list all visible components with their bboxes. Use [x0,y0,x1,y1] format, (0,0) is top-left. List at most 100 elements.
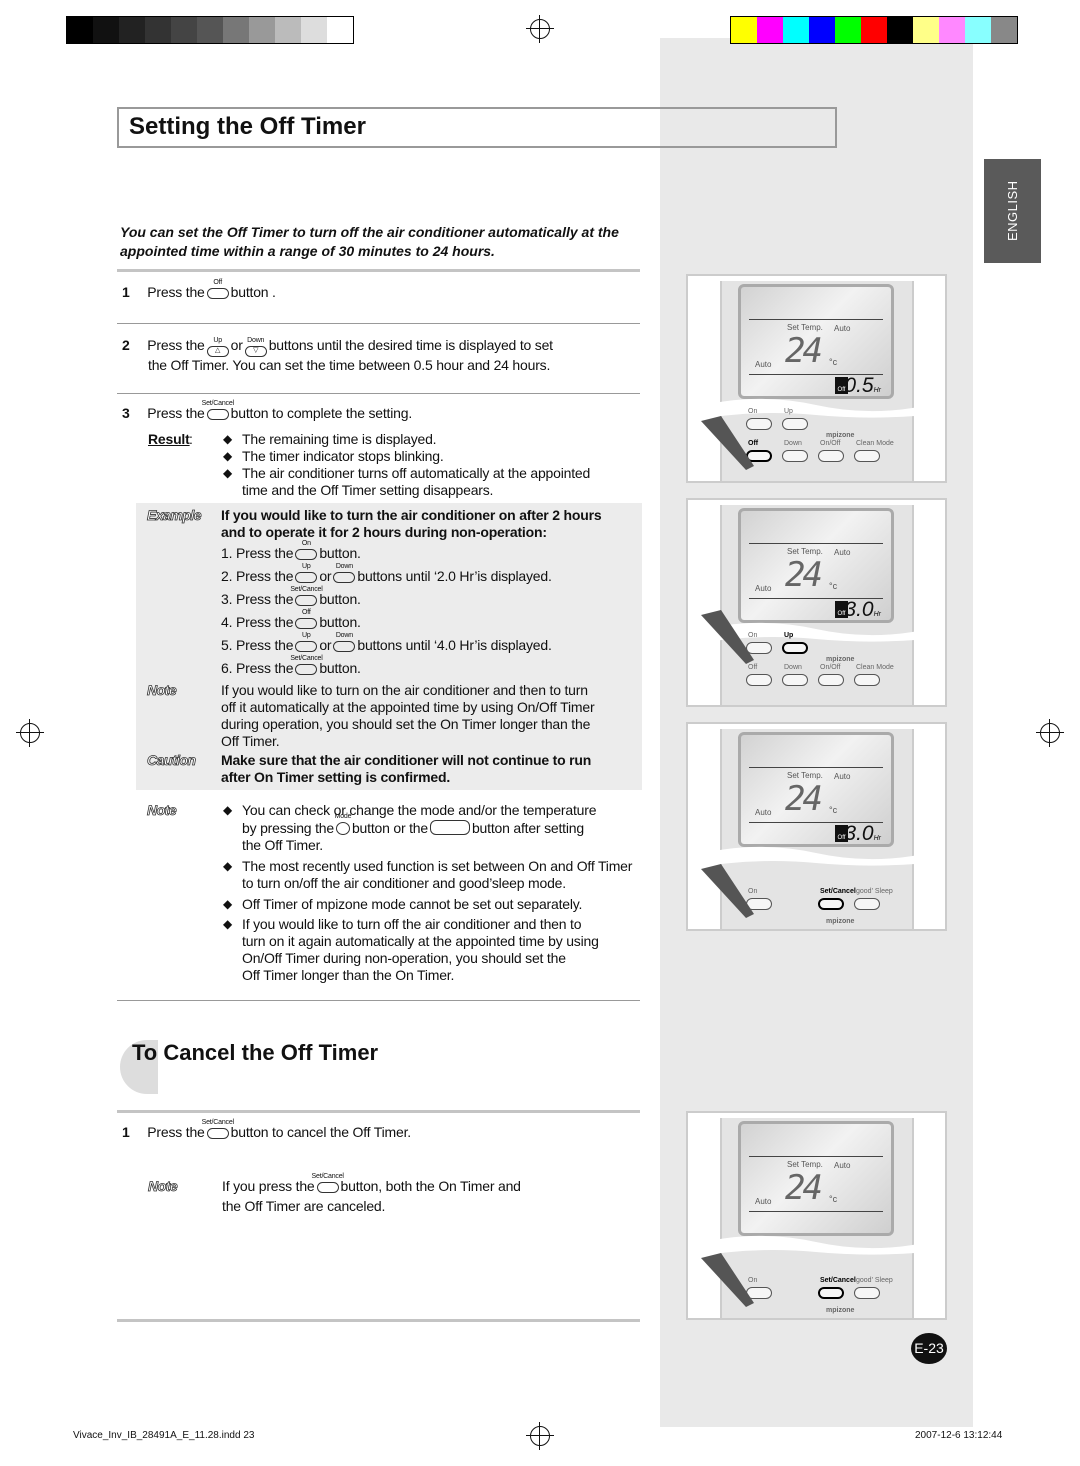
remote-button-icon: On [295,540,318,560]
brand-label: mpizone [826,656,855,663]
example-note: If you would like to turn on the air con… [221,682,595,749]
note-tag: Note [148,1178,178,1195]
color-swatch [67,17,93,43]
lcd-display: Set Temp. Auto Auto 24 °c [738,1121,894,1236]
remote-control-illustration: Set Temp. Auto Auto 24 °c On Set/Cancel good'… [686,1111,947,1320]
color-swatch [171,17,197,43]
step-number: 1 [122,284,130,300]
pointer-arrow-icon [701,610,754,664]
example-step: 2. Press the Up or Down buttons until ‘2.0 H… [221,563,552,584]
step-text: Press the [147,284,205,300]
down-button-icon: Down ▽ [244,337,267,357]
remote-button-label: On/Off [820,440,841,447]
result-label: Result [148,431,190,447]
intro-text: You can set the Off Timer to turn off th… [120,224,619,259]
divider [117,1000,640,1001]
set-cancel-button-icon: Set/Cancel [202,1119,234,1139]
color-swatch [809,17,835,43]
example-step: 1. Press the On button. [221,540,361,561]
step-1: 1 Press the Off button . [122,279,276,301]
divider [117,269,640,272]
divider [117,393,640,394]
pointer-arrow-icon [701,416,754,470]
color-swatch [119,17,145,43]
remote-button [782,674,808,686]
registration-mark-icon [526,15,554,43]
example-content: If you would like to turn the air condit… [221,507,641,683]
registration-mark-icon [1036,719,1064,747]
down-button-icon: Down [333,563,356,583]
color-swatch [887,17,913,43]
color-swatch [327,17,353,43]
remote-button-label: Set/Cancel [820,888,856,895]
remote-button-label: On [748,408,758,415]
note-tag: Note [147,682,177,699]
remote-button-label: good' Sleep [856,1277,893,1284]
registration-mark-icon [16,719,44,747]
remote-button-label: Up [784,408,793,415]
result-list: The remaining time is displayed. The tim… [223,431,642,499]
remote-button [854,1287,880,1299]
color-swatch [197,17,223,43]
color-swatch [757,17,783,43]
remote-button [782,418,808,430]
remote-button [818,898,844,910]
page-title: Setting the Off Timer [117,107,837,148]
caution-text: Make sure that the air conditioner will … [221,752,592,785]
lcd-display: Set Temp. Auto Auto 24 °c Off 0.5Hr [738,284,894,399]
step-number: 3 [122,405,130,421]
lcd-display: Set Temp. Auto Auto 24 °c Off 3.0Hr [738,732,894,847]
remote-button [746,674,772,686]
page-number: E-23 [911,1333,947,1364]
off-button-icon: Off [206,279,229,299]
color-calibration-bar [730,16,1018,44]
note-list: You can check or change the mode and/or … [223,802,642,984]
color-swatch [861,17,887,43]
step-text: the Off Timer. You can set the time betw… [148,357,551,373]
remote-control-illustration: Set Temp. Auto Auto 24 °c Off 0.5Hr On Up Off… [686,274,947,483]
temperature-readout: 24 [785,555,823,595]
divider [117,1319,640,1322]
remote-button [782,450,808,462]
step-number: 2 [122,337,130,353]
color-swatch [275,17,301,43]
temperature-readout: 24 [785,779,823,819]
note-tag: Note [147,802,177,819]
remote-button-label: good' Sleep [856,888,893,895]
down-button-icon: Down [333,632,356,652]
temperature-readout: 24 [785,1168,823,1208]
color-swatch [783,17,809,43]
divider [117,323,640,324]
step-text: button . [230,284,276,300]
color-swatch [731,17,757,43]
set-cancel-button-icon: Set/Cancel [312,1173,344,1193]
remote-button [818,450,844,462]
color-swatch [965,17,991,43]
footer-date: 2007-12-6 13:12:44 [915,1430,1003,1441]
remote-button [854,450,880,462]
up-button-icon: Up △ [206,337,229,357]
pointer-arrow-icon [701,1253,754,1307]
color-swatch [939,17,965,43]
remote-button [818,1287,844,1299]
step-text: Press the [147,337,205,353]
step-text: Press the [147,405,205,421]
color-swatch [145,17,171,43]
temperature-button-icon [429,820,470,835]
footer-file: Vivace_Inv_IB_28491A_E_11.28.indd 23 [73,1430,255,1441]
remote-button-label: Up [784,632,794,639]
cancel-step-1: 1 Press the Set/Cancel button to cancel th… [122,1119,411,1140]
step-text: button to complete the setting. [230,405,413,421]
example-step: 4. Press the Off button. [221,609,361,630]
remote-button-icon: Off [295,609,318,629]
step-text: buttons until the desired time is displa… [268,337,553,353]
example-step: 6. Press the Set/Cancel button. [221,655,361,676]
color-swatch [835,17,861,43]
caution-tag: Caution [147,752,197,769]
color-swatch [991,17,1017,43]
color-swatch [301,17,327,43]
set-cancel-button-icon: Set/Cancel [202,400,234,420]
remote-button-label: Set/Cancel [820,1277,856,1284]
divider [117,1110,640,1113]
remote-button-icon: Set/Cancel [290,586,323,606]
